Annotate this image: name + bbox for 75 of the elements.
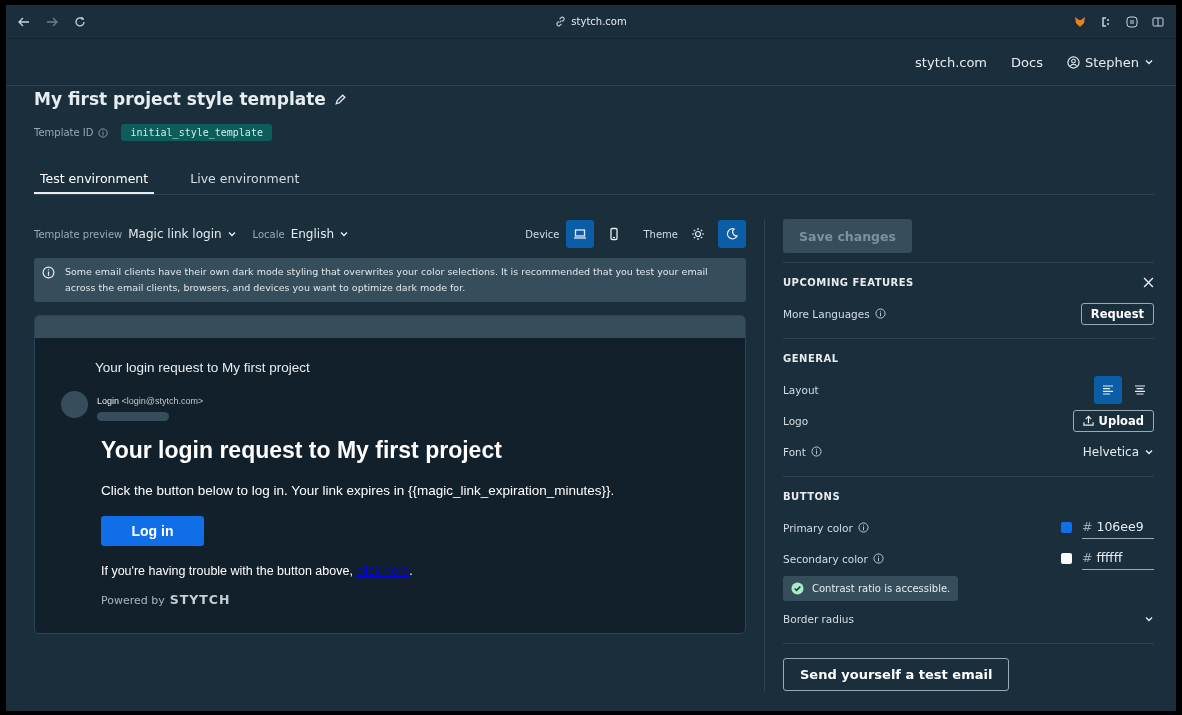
powered-by-text: Powered by bbox=[101, 594, 165, 607]
color-swatch[interactable] bbox=[1061, 553, 1072, 564]
link-icon bbox=[555, 16, 567, 27]
brand-logo: STYTCH bbox=[169, 592, 231, 607]
hex-input[interactable]: # ffffff bbox=[1082, 547, 1154, 570]
template-id-badge: initial_style_template bbox=[121, 124, 272, 141]
chevron-down-icon bbox=[226, 229, 237, 239]
setting-label: Layout bbox=[783, 383, 819, 396]
info-icon[interactable] bbox=[874, 308, 886, 319]
request-button[interactable]: Request bbox=[1080, 302, 1154, 325]
template-dropdown[interactable]: Magic link login bbox=[128, 227, 237, 241]
font-dropdown[interactable]: Helvetica bbox=[1082, 444, 1154, 459]
locale-dropdown[interactable]: English bbox=[290, 227, 349, 241]
setting-label: Secondary color bbox=[783, 552, 868, 565]
align-left-button[interactable] bbox=[1094, 375, 1122, 404]
laptop-icon bbox=[572, 227, 587, 241]
close-icon[interactable] bbox=[1143, 277, 1154, 288]
info-icon[interactable] bbox=[98, 127, 109, 138]
theme-label: Theme bbox=[643, 228, 678, 240]
sun-icon bbox=[691, 227, 705, 241]
section-heading: BUTTONS bbox=[783, 491, 841, 502]
setting-label: Border radius bbox=[783, 612, 854, 625]
info-icon[interactable] bbox=[872, 553, 884, 564]
setting-label: More Languages bbox=[783, 307, 870, 320]
fox-icon[interactable] bbox=[1074, 15, 1086, 28]
environment-tab[interactable]: Test environment bbox=[34, 165, 155, 194]
upload-button[interactable]: Upload bbox=[1072, 409, 1154, 432]
reader-icon[interactable] bbox=[1126, 15, 1138, 28]
address-text[interactable]: stytch.com bbox=[571, 16, 627, 27]
contrast-badge: Contrast ratio is accessible. bbox=[783, 576, 959, 601]
user-icon bbox=[1066, 55, 1080, 69]
info-icon bbox=[42, 266, 55, 279]
setting-label: Font bbox=[783, 445, 806, 458]
align-left-icon bbox=[1101, 382, 1115, 397]
user-menu[interactable]: Stephen bbox=[1066, 54, 1154, 70]
upload-icon bbox=[1082, 415, 1094, 426]
hex-input[interactable]: # 106ee9 bbox=[1082, 516, 1154, 539]
reload-icon[interactable] bbox=[74, 15, 86, 28]
template-id-label: Template ID bbox=[34, 127, 94, 138]
email-body-text: Click the button below to log in. Your link expires in {{magic_link_expiration_minutes}}. bbox=[101, 483, 616, 498]
page-title: My first project style template bbox=[34, 89, 326, 109]
sidebar-icon[interactable] bbox=[1152, 15, 1164, 28]
placeholder-bar bbox=[97, 412, 169, 421]
forward-icon[interactable] bbox=[46, 15, 58, 28]
align-center-icon bbox=[1133, 382, 1147, 397]
moon-button[interactable] bbox=[718, 220, 746, 248]
section-heading: UPCOMING FEATURES bbox=[783, 277, 914, 288]
back-icon[interactable] bbox=[18, 15, 30, 28]
info-icon[interactable] bbox=[810, 446, 822, 457]
environment-tab[interactable]: Live environment bbox=[184, 165, 306, 194]
login-button[interactable]: Log in bbox=[101, 516, 204, 546]
setting-label: Logo bbox=[783, 414, 809, 427]
check-icon bbox=[791, 582, 804, 595]
info-icon[interactable] bbox=[857, 522, 869, 533]
nav-link[interactable]: stytch.com bbox=[915, 54, 988, 70]
chevron-down-icon bbox=[339, 229, 349, 239]
trouble-text: If you're having trouble with the button above, click here. bbox=[101, 564, 414, 578]
extension-icon[interactable] bbox=[1100, 15, 1112, 28]
avatar-circle bbox=[61, 391, 88, 418]
section-heading: GENERAL bbox=[783, 353, 839, 364]
template-preview-label: Template preview bbox=[34, 228, 123, 240]
sender-text: Login <login@stytch.com> bbox=[97, 396, 204, 406]
nav-link[interactable]: Docs bbox=[1011, 54, 1043, 70]
notice-text: Some email clients have their own dark mode styling that overwrites your color selections. It is recommended that you test your email across the email clients, browsers, and devices you want to optimize dark mode for. bbox=[65, 265, 709, 295]
email-subject: Your login request to My first project bbox=[95, 360, 311, 375]
chevron-down-icon bbox=[1144, 57, 1154, 67]
pencil-icon[interactable] bbox=[333, 92, 347, 106]
device-label: Device bbox=[525, 228, 560, 240]
send-test-email-button[interactable]: Send yourself a test email bbox=[783, 658, 1010, 691]
locale-label: Locale bbox=[252, 228, 285, 240]
laptop-button[interactable] bbox=[565, 220, 594, 248]
moon-icon bbox=[725, 227, 739, 241]
email-heading: Your login request to My first project bbox=[101, 437, 503, 464]
color-swatch[interactable] bbox=[1061, 522, 1072, 533]
setting-label: Primary color bbox=[783, 521, 853, 534]
